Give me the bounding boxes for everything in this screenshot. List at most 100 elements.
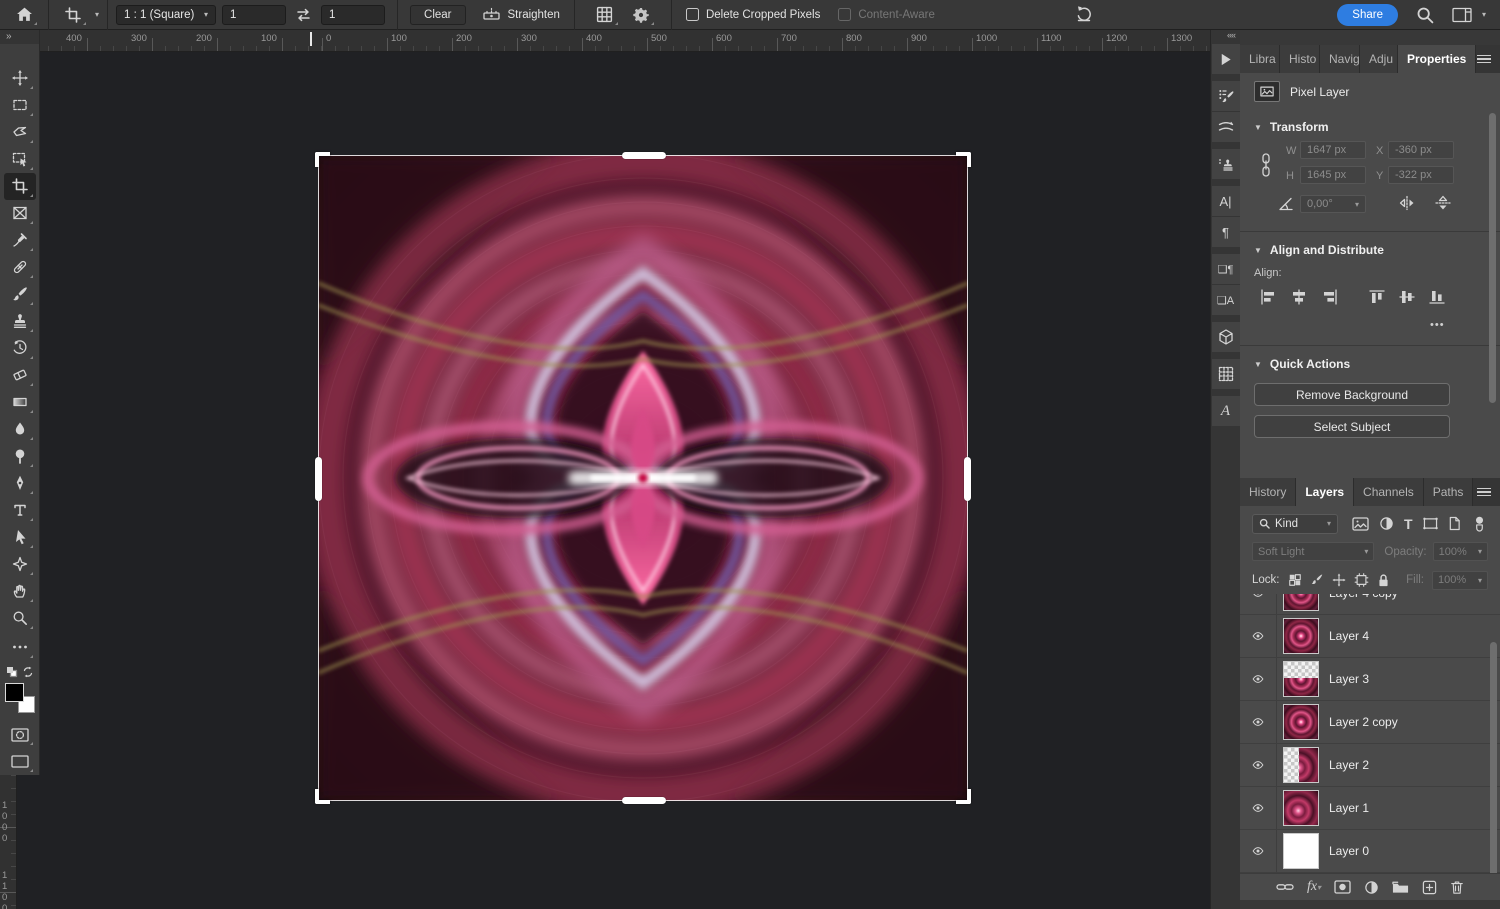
visibility-toggle[interactable]: [1240, 594, 1277, 614]
layer-row[interactable]: Layer 0: [1240, 830, 1500, 873]
tab-adjustments[interactable]: Adju: [1360, 45, 1398, 73]
visibility-toggle[interactable]: [1240, 701, 1277, 743]
align-section-header[interactable]: ▼ Align and Distribute: [1254, 243, 1384, 257]
panel-icon-glyphs[interactable]: A: [1212, 396, 1240, 426]
flip-horizontal-icon[interactable]: [1398, 195, 1416, 211]
visibility-toggle[interactable]: [1240, 615, 1277, 657]
tool-frame[interactable]: [4, 200, 36, 227]
panel-icon-paragraph[interactable]: ¶: [1212, 217, 1240, 247]
tool-move[interactable]: [4, 65, 36, 92]
tool-eraser[interactable]: [4, 362, 36, 389]
layer-row[interactable]: Layer 2 copy: [1240, 701, 1500, 744]
tab-properties[interactable]: Properties: [1398, 45, 1476, 73]
tool-lasso[interactable]: [4, 119, 36, 146]
panel-menu-icon[interactable]: [1477, 55, 1491, 64]
edit-toolbar-button[interactable]: [4, 634, 36, 661]
layer-row[interactable]: Layer 3: [1240, 658, 1500, 701]
default-swap-colors[interactable]: [4, 665, 36, 679]
tool-healing-brush[interactable]: [4, 254, 36, 281]
home-button[interactable]: [8, 1, 40, 28]
tab-paths[interactable]: Paths: [1424, 478, 1474, 506]
filter-type-icon[interactable]: T: [1404, 516, 1413, 532]
panel-icon-paragraph-styles[interactable]: ❑¶: [1212, 254, 1240, 284]
tab-layers[interactable]: Layers: [1296, 478, 1354, 506]
layer-name[interactable]: Layer 4 copy: [1329, 594, 1398, 600]
foreground-color-swatch[interactable]: [5, 683, 24, 702]
tool-clone-stamp[interactable]: [4, 308, 36, 335]
tab-histogram[interactable]: Histo: [1280, 45, 1320, 73]
align-center-vertical-icon[interactable]: [1398, 289, 1416, 305]
straighten-button[interactable]: Straighten: [482, 7, 560, 22]
panel-icon-character-styles[interactable]: ❑A: [1212, 285, 1240, 315]
tab-channels[interactable]: Channels: [1354, 478, 1424, 506]
transform-section-header[interactable]: ▼ Transform: [1254, 120, 1329, 134]
layer-name[interactable]: Layer 3: [1329, 672, 1369, 686]
delete-cropped-pixels-checkbox[interactable]: Delete Cropped Pixels: [686, 8, 820, 21]
lock-all-icon[interactable]: [1377, 573, 1390, 587]
tool-marquee[interactable]: [4, 92, 36, 119]
expand-panels-button[interactable]: ««: [1211, 30, 1240, 44]
select-subject-button[interactable]: Select Subject: [1254, 415, 1450, 438]
tool-path-selection[interactable]: [4, 524, 36, 551]
panel-icon-actions[interactable]: [1212, 44, 1240, 74]
layer-thumbnail[interactable]: [1283, 618, 1319, 654]
crop-width-input[interactable]: 1: [222, 5, 286, 25]
ratio-preset-select[interactable]: 1 : 1 (Square) ▾: [116, 5, 216, 25]
layer-thumbnail[interactable]: [1283, 594, 1319, 611]
filter-adjustment-icon[interactable]: [1379, 516, 1394, 531]
visibility-toggle[interactable]: [1240, 830, 1277, 872]
crop-settings-button[interactable]: [625, 1, 657, 28]
document-canvas[interactable]: [318, 155, 968, 801]
add-mask-icon[interactable]: [1334, 880, 1351, 894]
layer-thumbnail[interactable]: [1283, 790, 1319, 826]
share-button[interactable]: Share: [1337, 4, 1398, 26]
panel-icon-brushes[interactable]: [1212, 112, 1240, 142]
layer-name[interactable]: Layer 4: [1329, 629, 1369, 643]
layer-filter-kind-select[interactable]: Kind ▾: [1252, 514, 1338, 534]
tool-shape[interactable]: [4, 551, 36, 578]
align-bottom-icon[interactable]: [1428, 289, 1446, 305]
lock-artboard-icon[interactable]: [1354, 573, 1369, 587]
visibility-toggle[interactable]: [1240, 787, 1277, 829]
link-dimensions-icon[interactable]: [1260, 153, 1272, 177]
search-icon[interactable]: [1416, 6, 1434, 24]
layer-thumbnail[interactable]: [1283, 704, 1319, 740]
panel-icon-3d[interactable]: [1212, 322, 1240, 352]
layers-scrollbar[interactable]: [1490, 642, 1497, 873]
remove-background-button[interactable]: Remove Background: [1254, 383, 1450, 406]
quick-actions-header[interactable]: ▼ Quick Actions: [1254, 357, 1350, 371]
layer-thumbnail[interactable]: [1283, 661, 1319, 697]
new-group-icon[interactable]: [1392, 880, 1409, 894]
quick-mask-button[interactable]: [4, 721, 36, 748]
panel-icon-clone-source[interactable]: [1212, 149, 1240, 179]
tool-history-brush[interactable]: [4, 335, 36, 362]
align-center-horizontal-icon[interactable]: [1290, 289, 1308, 305]
tool-crop[interactable]: [4, 173, 36, 200]
tool-object-selection[interactable]: [4, 146, 36, 173]
tool-blur[interactable]: [4, 416, 36, 443]
panel-icon-patterns[interactable]: [1212, 359, 1240, 389]
filter-smart-object-icon[interactable]: [1448, 516, 1461, 531]
align-left-icon[interactable]: [1260, 289, 1278, 305]
screen-mode-button[interactable]: [4, 748, 36, 775]
filter-toggle-pin-icon[interactable]: [1473, 516, 1486, 532]
layer-name[interactable]: Layer 2 copy: [1329, 715, 1398, 729]
layer-row[interactable]: Layer 4 copy: [1240, 594, 1500, 615]
tab-navigator[interactable]: Navig: [1320, 45, 1360, 73]
layer-row[interactable]: Layer 1: [1240, 787, 1500, 830]
color-swatches[interactable]: [5, 683, 35, 713]
filter-image-icon[interactable]: [1352, 517, 1369, 531]
panel-menu-icon[interactable]: [1477, 488, 1491, 497]
visibility-toggle[interactable]: [1240, 744, 1277, 786]
layer-name[interactable]: Layer 0: [1329, 844, 1369, 858]
adjustment-layer-icon[interactable]: [1364, 880, 1379, 895]
crop-height-input[interactable]: 1: [321, 5, 385, 25]
tool-hand[interactable]: [4, 578, 36, 605]
lock-position-icon[interactable]: [1332, 573, 1346, 587]
layer-row[interactable]: Layer 2: [1240, 744, 1500, 787]
tool-dodge[interactable]: [4, 443, 36, 470]
align-more-button[interactable]: •••: [1430, 319, 1445, 331]
layer-effects-icon[interactable]: fx▾: [1307, 879, 1321, 895]
tool-gradient[interactable]: [4, 389, 36, 416]
crop-tool-preset[interactable]: [57, 1, 89, 28]
